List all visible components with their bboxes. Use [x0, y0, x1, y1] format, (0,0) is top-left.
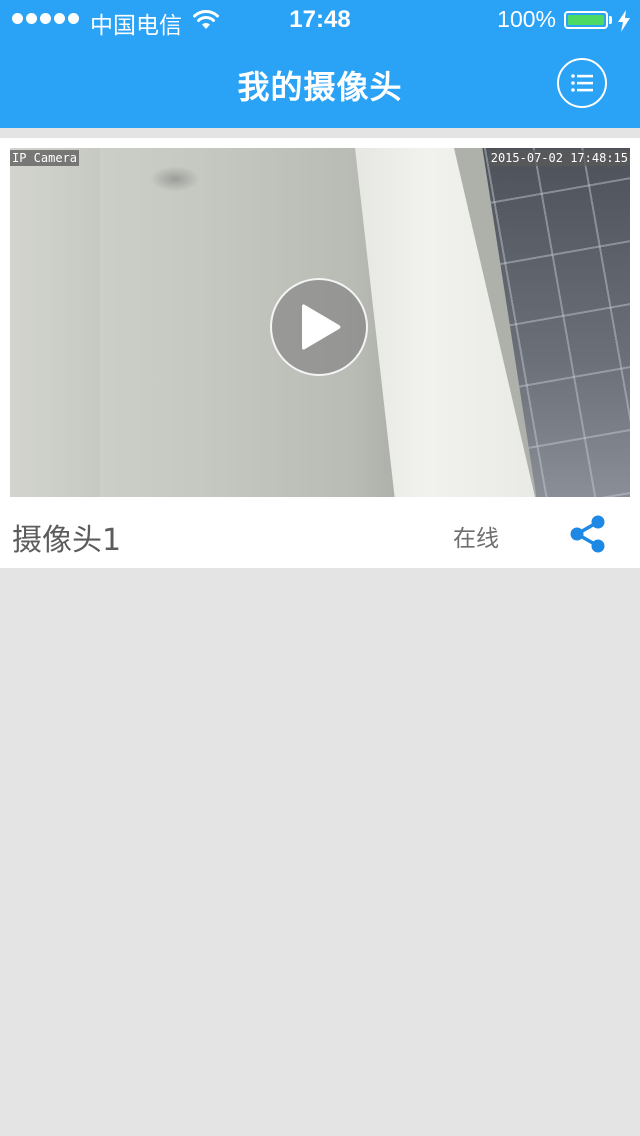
play-icon — [302, 304, 341, 350]
menu-button[interactable] — [557, 58, 607, 108]
camera-card[interactable]: IP Camera 2015-07-02 17:48:15 摄像头1 在线 — [0, 138, 640, 568]
battery-icon — [564, 11, 608, 29]
share-icon — [570, 515, 605, 553]
page-title: 我的摄像头 — [237, 68, 403, 106]
camera-name: 摄像头1 — [12, 523, 122, 558]
camera-overlay-label: IP Camera — [10, 150, 80, 166]
battery-tip — [609, 16, 612, 24]
camera-overlay-timestamp: 2015-07-02 17:48:15 — [488, 150, 630, 166]
charging-bolt-icon — [618, 10, 630, 32]
status-bar: 中国电信 17:48 100% — [0, 0, 640, 40]
play-button[interactable] — [270, 278, 368, 376]
camera-preview[interactable]: IP Camera 2015-07-02 17:48:15 — [10, 148, 630, 497]
share-button[interactable] — [566, 512, 610, 556]
app-header: 中国电信 17:48 100% 我的摄像头 — [0, 0, 640, 128]
list-icon — [571, 74, 593, 92]
camera-status: 在线 — [453, 526, 499, 552]
preview-wall-stain — [150, 166, 200, 192]
battery-percentage: 100% — [497, 6, 556, 32]
preview-wall-shade — [10, 148, 100, 497]
header-divider — [0, 128, 640, 138]
